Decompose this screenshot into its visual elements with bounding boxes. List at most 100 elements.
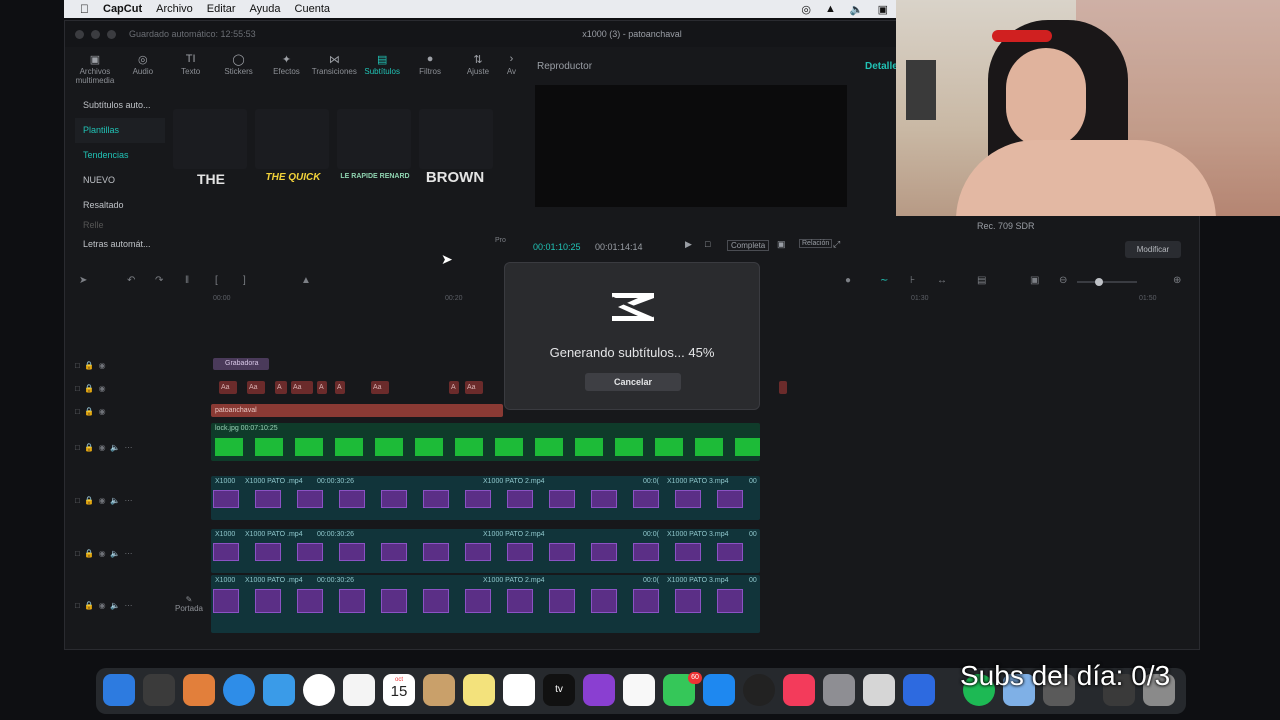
template-the-quick[interactable]: THE QUICK <box>253 172 333 183</box>
text-clip[interactable] <box>779 381 787 394</box>
list-item-trends[interactable]: Tendencias <box>75 143 165 168</box>
music-icon[interactable] <box>783 674 815 706</box>
zoom-slider-handle[interactable] <box>1095 278 1103 286</box>
menu-app-name[interactable]: CapCut <box>103 3 142 15</box>
capcut-icon[interactable] <box>743 674 775 706</box>
cancel-button[interactable]: Cancelar <box>585 373 681 391</box>
settings-icon[interactable] <box>823 674 855 706</box>
image-clip[interactable]: lock.jpg 00:07:10:25 <box>211 423 760 461</box>
play-icon[interactable]: ▶ <box>685 239 692 250</box>
track-header[interactable]: □ 🔒 ◉ <box>75 407 165 416</box>
launchpad-icon[interactable] <box>183 674 215 706</box>
template-card[interactable] <box>173 109 247 169</box>
track-header[interactable]: □ 🔒 ◉ 🔈 ⋯ <box>75 549 165 558</box>
calculator-icon[interactable] <box>143 674 175 706</box>
microphone-icon[interactable]: ● <box>845 275 851 286</box>
tab-adjust[interactable]: ⇅ Ajuste <box>454 53 502 83</box>
template-le-rapide[interactable]: LE RAPIDE RENARD <box>335 173 415 180</box>
tab-media[interactable]: ▣ Archivos multimedia <box>71 53 119 85</box>
appstore-icon[interactable] <box>703 674 735 706</box>
ratio-button[interactable]: Relación <box>799 239 833 248</box>
volume-icon[interactable]: 🔈 <box>850 3 864 16</box>
tab-stickers[interactable]: ◯ Stickers <box>215 53 263 83</box>
zoom-out-icon[interactable]: ⊖ <box>1059 275 1067 286</box>
text-clip[interactable]: Aa <box>247 381 265 394</box>
quality-completa-button[interactable]: Completa <box>727 240 770 251</box>
appletv-icon[interactable]: tv <box>543 674 575 706</box>
track-header[interactable]: □ 🔒 ◉ <box>75 384 165 393</box>
crop-icon[interactable]: □ <box>705 239 710 249</box>
reminders-icon[interactable] <box>623 674 655 706</box>
text-clip[interactable]: A <box>317 381 327 394</box>
zoom-slider[interactable] <box>1077 278 1137 286</box>
tab-subtitles[interactable]: ▤ Subtítulos <box>358 53 406 83</box>
subtitle-icon[interactable]: ▣ <box>1030 275 1039 286</box>
podcasts-icon[interactable] <box>583 674 615 706</box>
template-card[interactable] <box>419 109 493 169</box>
template-card[interactable] <box>337 109 411 169</box>
text-clip[interactable]: Aa <box>219 381 237 394</box>
split-icon[interactable]: ‖ <box>185 275 189 286</box>
player-screen[interactable] <box>535 85 847 207</box>
select-tool-icon[interactable]: ➤ <box>79 275 87 286</box>
link-icon[interactable]: ∼ <box>880 275 888 286</box>
list-item-templates[interactable]: Plantillas <box>75 118 165 143</box>
template-brown[interactable]: BROWN <box>415 169 495 186</box>
text-clip[interactable]: A <box>449 381 459 394</box>
calendar-icon[interactable]: oct 15 <box>383 674 415 706</box>
template-the[interactable]: THE <box>171 171 251 187</box>
freeform-icon[interactable] <box>503 674 535 706</box>
text-clip[interactable]: Aa <box>291 381 313 394</box>
template-card[interactable] <box>255 109 329 169</box>
shield-icon[interactable]: ▲ <box>301 275 311 286</box>
video-clip[interactable]: X1000 X1000 PATO .mp4 00:00:30:26 X1000 … <box>211 529 760 573</box>
apple-icon[interactable]:  <box>80 2 89 16</box>
track-header[interactable]: □ 🔒 ◉ 🔈 ⋯ <box>75 443 165 452</box>
safari-icon[interactable] <box>223 674 255 706</box>
list-item-auto-lyrics[interactable]: Letras automát... <box>75 232 165 257</box>
text-clip-patoanchaval[interactable]: patoanchaval <box>211 404 503 417</box>
video-clip[interactable]: X1000 X1000 PATO .mp4 00:00:30:26 X1000 … <box>211 575 760 633</box>
tab-filters[interactable]: ● Filtros <box>406 53 454 83</box>
snapshot-icon[interactable]: ▣ <box>777 239 786 250</box>
menu-cuenta[interactable]: Cuenta <box>295 3 330 15</box>
status-icon[interactable]: ◎ <box>801 3 811 16</box>
roblox-icon[interactable] <box>903 674 935 706</box>
fullscreen-icon[interactable]: ⤢ <box>833 239 840 250</box>
tab-more[interactable]: › Av <box>502 53 521 83</box>
text-clip[interactable]: A <box>275 381 287 394</box>
audio-recording-clip[interactable]: Grabadora <box>213 358 269 370</box>
zoom-in-icon[interactable]: ⊕ <box>1173 275 1181 286</box>
track-header[interactable]: □ 🔒 ◉ <box>75 361 165 370</box>
tab-transitions[interactable]: ⋈ Transiciones <box>310 53 358 83</box>
finder-icon[interactable] <box>103 674 135 706</box>
notes-icon[interactable] <box>463 674 495 706</box>
track-header[interactable]: □ 🔒 ◉ 🔈 ⋯ <box>75 496 165 505</box>
chrome-icon[interactable] <box>303 674 335 706</box>
preview-axis-icon[interactable]: ↔ <box>937 275 947 286</box>
menu-ayuda[interactable]: Ayuda <box>250 3 281 15</box>
undo-icon[interactable]: ↶ <box>127 275 135 286</box>
snap-icon[interactable]: ⊦ <box>910 275 915 286</box>
shield-icon[interactable]: ▲ <box>825 3 836 16</box>
cover-button[interactable]: ✎ Portada <box>171 569 207 639</box>
contacts-icon[interactable] <box>423 674 455 706</box>
menu-archivo[interactable]: Archivo <box>156 3 193 15</box>
list-item-fill[interactable]: Relle <box>75 218 165 232</box>
text-clip[interactable]: Aa <box>371 381 389 394</box>
photos-icon[interactable] <box>343 674 375 706</box>
tab-effects[interactable]: ✦ Efectos <box>263 53 311 83</box>
tab-audio[interactable]: ◎ Audio <box>119 53 167 83</box>
split-right-icon[interactable]: ] <box>243 275 246 286</box>
list-item-highlight[interactable]: Resaltado <box>75 193 165 218</box>
redo-icon[interactable]: ↷ <box>155 275 163 286</box>
tab-text[interactable]: TI Texto <box>167 53 215 83</box>
mail-icon[interactable] <box>263 674 295 706</box>
track-icon[interactable]: ▤ <box>977 275 986 286</box>
track-header[interactable]: □ 🔒 ◉ 🔈 ⋯ <box>75 601 165 610</box>
list-item-auto-subtitles[interactable]: Subtítulos auto... <box>75 93 165 118</box>
split-left-icon[interactable]: [ <box>215 275 218 286</box>
video-clip[interactable]: X1000 X1000 PATO .mp4 00:00:30:26 X1000 … <box>211 476 760 520</box>
display-icon[interactable]: ▣ <box>878 3 888 16</box>
text-clip[interactable]: A <box>335 381 345 394</box>
